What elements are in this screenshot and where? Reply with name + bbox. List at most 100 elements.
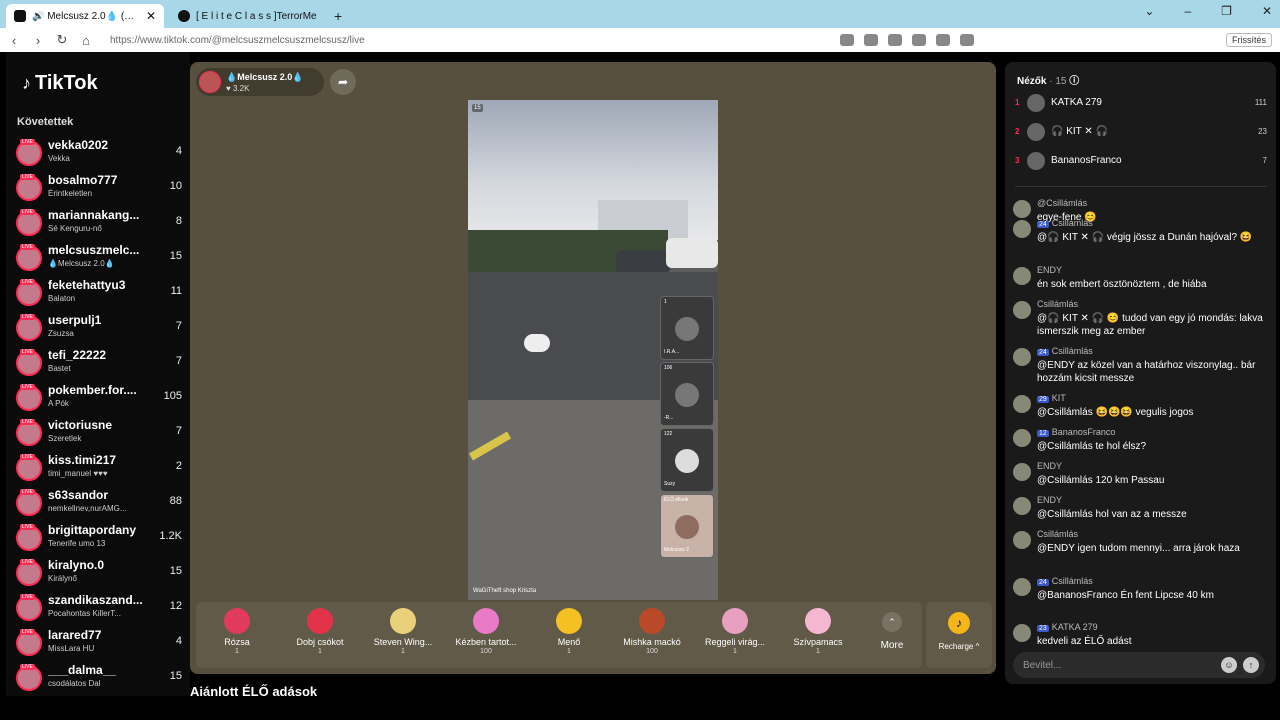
send-icon[interactable]: ↑ [1243, 657, 1259, 673]
avatar[interactable]: LIVE [16, 664, 42, 691]
chat-avatar[interactable] [1013, 531, 1031, 549]
following-item[interactable]: LIVE victoriusne Szeretlek 7 [16, 418, 182, 448]
chat-username-text[interactable]: ENDY [1037, 495, 1062, 505]
host-avatar[interactable] [199, 71, 221, 93]
chat-username[interactable]: Csillámlás [1037, 299, 1078, 309]
chat-avatar[interactable] [1013, 578, 1031, 596]
extension-icon[interactable] [888, 34, 902, 46]
guest-tile[interactable]: 122 Suzy [660, 428, 714, 492]
following-item[interactable]: LIVE ___dalma__ csodálatos Dal 15 [16, 663, 182, 693]
gift-item[interactable]: Reggeli virág... 1 [694, 608, 776, 655]
following-name[interactable]: userpulj1 [48, 313, 148, 327]
extension-icon[interactable] [960, 34, 974, 46]
following-item[interactable]: LIVE kiss.timi217 timi_manuel ♥♥♥ 2 [16, 453, 182, 483]
following-item[interactable]: LIVE larared77 MissLara HU 4 [16, 628, 182, 658]
viewer-name[interactable]: BananosFranco [1051, 155, 1122, 166]
host-info[interactable]: 💧Melcsusz 2.0💧 ♥ 3.2K [196, 68, 324, 96]
restore-icon[interactable]: ❐ [1221, 4, 1232, 18]
following-item[interactable]: LIVE s63sandor nemkellnev,nurAMG... 88 [16, 488, 182, 518]
host-name[interactable]: 💧Melcsusz 2.0💧 [226, 72, 303, 83]
chat-username[interactable]: 23 KATKA 279 [1037, 622, 1098, 632]
avatar[interactable]: LIVE [16, 349, 42, 376]
following-item[interactable]: LIVE mariannakang... Sé Kenguru-nő 8 [16, 208, 182, 238]
viewer-row[interactable]: 1 KATKA 279 111 [1015, 92, 1267, 116]
url-field[interactable]: https://www.tiktok.com/@melcsuszmelcsusz… [110, 35, 830, 46]
chat-avatar[interactable] [1013, 267, 1031, 285]
refresh-button[interactable]: Frissítés [1225, 33, 1272, 47]
following-item[interactable]: LIVE brigittapordany Tenerife umo 13 1.2K [16, 523, 182, 553]
avatar[interactable]: LIVE [16, 559, 42, 586]
chat-avatar[interactable] [1013, 348, 1031, 366]
browser-tab-tiktok[interactable]: 🔊 Melcsusz 2.0💧 (@melc ✕ [6, 4, 164, 28]
following-item[interactable]: LIVE userpulj1 Zsuzsa 7 [16, 313, 182, 343]
viewer-avatar[interactable] [1027, 94, 1045, 112]
chat-avatar[interactable] [1013, 200, 1031, 218]
chat-username-text[interactable]: Csillámlás [1052, 576, 1093, 586]
avatar[interactable]: LIVE [16, 279, 42, 306]
chat-username[interactable]: 12 BananosFranco [1037, 427, 1115, 437]
chat-username-text[interactable]: Csillámlás [1052, 218, 1093, 228]
new-tab-button[interactable]: + [334, 4, 342, 28]
chat-avatar[interactable] [1013, 624, 1031, 642]
following-item[interactable]: LIVE pokember.for.... A Pók 105 [16, 383, 182, 413]
following-name[interactable]: victoriusne [48, 418, 148, 432]
following-item[interactable]: LIVE tefi_22222 Bastet 7 [16, 348, 182, 378]
following-name[interactable]: kiss.timi217 [48, 453, 148, 467]
chat-username-text[interactable]: @Csillámlás [1037, 198, 1087, 208]
following-name[interactable]: larared77 [48, 628, 148, 642]
chat-username-text[interactable]: Csillámlás [1052, 346, 1093, 356]
chat-username-text[interactable]: ENDY [1037, 265, 1062, 275]
viewer-row[interactable]: 3 BananosFranco 7 [1015, 150, 1267, 174]
back-icon[interactable]: ‹ [4, 33, 24, 48]
avatar[interactable]: LIVE [16, 454, 42, 481]
more-gifts-button[interactable]: ⌃ More [872, 612, 912, 651]
chat-avatar[interactable] [1013, 463, 1031, 481]
viewer-avatar[interactable] [1027, 123, 1045, 141]
gift-item[interactable]: Szívpamacs 1 [777, 608, 859, 655]
following-name[interactable]: mariannakang... [48, 208, 148, 222]
chat-username[interactable]: @Csillámlás [1037, 198, 1087, 208]
gift-item[interactable]: Menő 1 [528, 608, 610, 655]
avatar[interactable]: LIVE [16, 209, 42, 236]
avatar[interactable]: LIVE [16, 594, 42, 621]
avatar[interactable]: LIVE [16, 524, 42, 551]
chevron-down-icon[interactable]: ⌄ [1144, 4, 1154, 18]
following-item[interactable]: LIVE feketehattyu3 Balaton 11 [16, 278, 182, 308]
following-name[interactable]: feketehattyu3 [48, 278, 148, 292]
guest-tile[interactable]: 1 I.R.A... [660, 296, 714, 360]
extension-icon[interactable] [912, 34, 926, 46]
viewer-name[interactable]: KATKA 279 [1051, 97, 1102, 108]
chat-username[interactable]: ENDY [1037, 265, 1062, 275]
following-name[interactable]: ___dalma__ [48, 663, 148, 677]
info-icon[interactable]: ⓘ [1069, 76, 1079, 87]
avatar[interactable]: LIVE [16, 139, 42, 166]
home-icon[interactable]: ⌂ [76, 33, 96, 48]
recharge-button[interactable]: ♪ Recharge ^ [926, 602, 992, 668]
following-item[interactable]: LIVE szandikaszand... Pocahontas KillerT..… [16, 593, 182, 623]
avatar[interactable]: LIVE [16, 629, 42, 656]
tiktok-logo[interactable]: ♪ TikTok [22, 72, 98, 95]
following-name[interactable]: tefi_22222 [48, 348, 148, 362]
chat-username-text[interactable]: KATKA 279 [1052, 622, 1098, 632]
chat-username[interactable]: Csillámlás [1037, 529, 1078, 539]
chat-username[interactable]: ENDY [1037, 461, 1062, 471]
following-name[interactable]: brigittapordany [48, 523, 148, 537]
gift-item[interactable]: Dobj csókot 1 [279, 608, 361, 655]
chat-username-text[interactable]: KIT [1052, 393, 1066, 403]
chat-username-text[interactable]: BananosFranco [1052, 427, 1116, 437]
guest-tile[interactable]: ÉLŐ élkelé Melcsusz 2 [660, 494, 714, 558]
viewer-row[interactable]: 2 🎧 KIT ✕ 🎧 23 [1015, 121, 1267, 145]
following-name[interactable]: vekka0202 [48, 138, 148, 152]
guest-tile[interactable]: 106 -R... [660, 362, 714, 426]
chat-avatar[interactable] [1013, 497, 1031, 515]
following-name[interactable]: bosalmo777 [48, 173, 148, 187]
avatar[interactable]: LIVE [16, 419, 42, 446]
avatar[interactable]: LIVE [16, 384, 42, 411]
chat-avatar[interactable] [1013, 395, 1031, 413]
chat-input[interactable] [1023, 657, 1213, 673]
extension-icon[interactable] [840, 34, 854, 46]
emoji-icon[interactable]: ☺ [1221, 657, 1237, 673]
following-name[interactable]: melcsuszmelc... [48, 243, 148, 257]
viewer-name[interactable]: 🎧 KIT ✕ 🎧 [1051, 126, 1108, 137]
gift-item[interactable]: Mishka mackó 100 [611, 608, 693, 655]
